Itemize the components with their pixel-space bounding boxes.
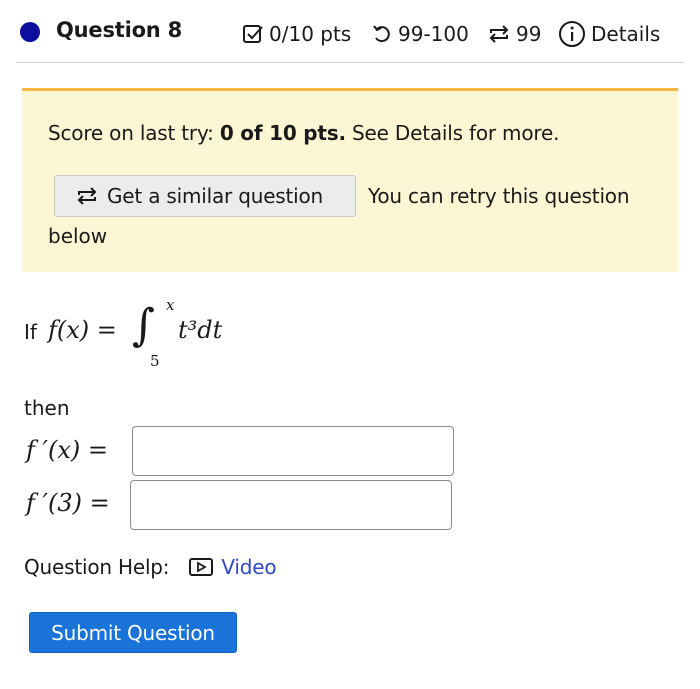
function-lhs: f(x) =: [48, 316, 117, 344]
points-text: 0/10 pts: [269, 22, 352, 46]
upper-limit: x: [166, 296, 175, 314]
score-suffix: See Details for more.: [345, 121, 560, 145]
retry-message-continued: below: [48, 224, 108, 248]
retries-text: 99: [516, 22, 542, 46]
checkbox-icon: [243, 25, 263, 43]
integrand: t³dt: [178, 316, 223, 344]
video-play-icon[interactable]: [189, 557, 214, 577]
similar-question-label: Get a similar question: [107, 184, 324, 208]
retry-arrows-icon: [77, 187, 97, 205]
similar-question-button[interactable]: Get a similar question: [54, 175, 356, 217]
retry-arrows-icon: [489, 25, 509, 43]
undo-icon: [373, 25, 390, 43]
score-banner: Score on last try: 0 of 10 pts. See Deta…: [22, 88, 678, 272]
then-word: then: [24, 396, 70, 420]
lower-limit: 5: [150, 352, 160, 370]
details-button[interactable]: Details: [558, 20, 660, 48]
question-title: Question 8: [56, 18, 183, 42]
details-label: Details: [591, 22, 661, 46]
video-link[interactable]: Video: [221, 555, 276, 579]
if-word: If: [24, 320, 37, 344]
question-help: Question Help: Video: [24, 555, 277, 579]
info-icon: [559, 21, 585, 47]
problem-statement: If f(x) = ∫ x 5 t³dt: [24, 296, 324, 380]
retries-indicator: 99: [487, 20, 541, 48]
header-divider: [16, 62, 684, 63]
derivative-x-input[interactable]: [132, 426, 454, 476]
score-message: Score on last try: 0 of 10 pts. See Deta…: [48, 121, 559, 145]
retry-message: You can retry this question: [368, 184, 630, 208]
points-indicator: 0/10 pts: [242, 20, 351, 48]
question-help-label: Question Help:: [24, 555, 170, 579]
submit-question-button[interactable]: Submit Question: [29, 612, 237, 653]
score-value: 0 of 10 pts.: [219, 121, 346, 145]
attempts-indicator: 99-100: [371, 20, 469, 48]
question-header: Question 8 0/10 pts 99-100 99 Details: [0, 0, 700, 64]
derivative-3-label: f ′(3) =: [26, 489, 110, 517]
score-prefix: Score on last try:: [48, 121, 220, 145]
derivative-3-input[interactable]: [130, 480, 452, 530]
integral-sign: ∫: [132, 300, 155, 351]
derivative-x-label: f ′(x) =: [26, 436, 108, 464]
attempts-text: 99-100: [398, 22, 469, 46]
question-status-dot: [20, 22, 40, 42]
